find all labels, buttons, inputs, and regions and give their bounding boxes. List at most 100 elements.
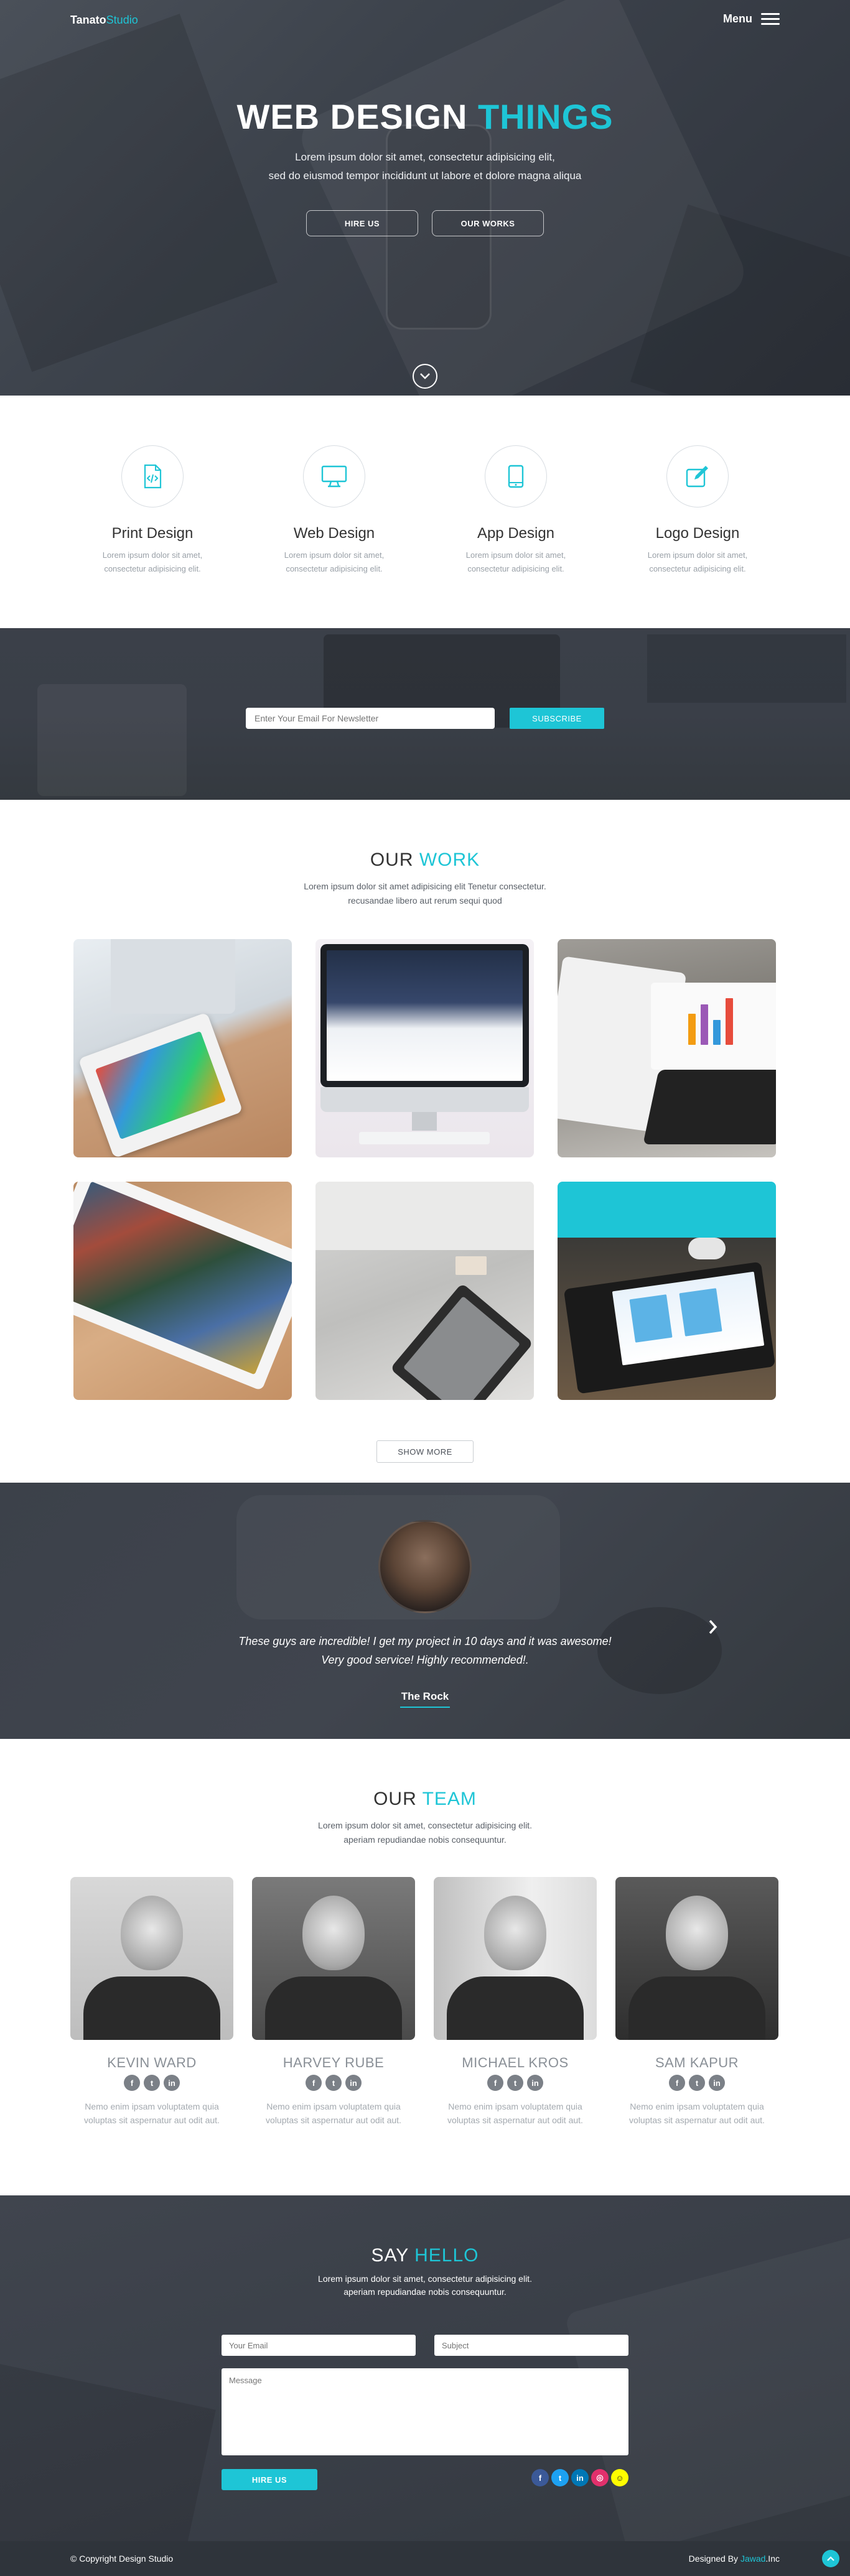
facebook-icon[interactable]: f bbox=[124, 2075, 140, 2091]
designer-credit: Designed By Jawad.Inc bbox=[689, 2554, 780, 2564]
testimonial-quote: These guys are incredible! I get my proj… bbox=[0, 1632, 850, 1669]
linkedin-icon[interactable]: in bbox=[709, 2075, 725, 2091]
twitter-icon[interactable]: t bbox=[551, 2469, 569, 2486]
subscribe-button[interactable]: SUBSCRIBE bbox=[510, 708, 604, 729]
team-grid: KEVIN WARD f t in Nemo enim ipsam volupt… bbox=[70, 1877, 780, 2127]
team-member-card: HARVEY RUBE f t in Nemo enim ipsam volup… bbox=[252, 1877, 415, 2127]
linkedin-icon[interactable]: in bbox=[345, 2075, 362, 2091]
top-navbar: TanatoStudio Menu bbox=[0, 0, 850, 40]
instagram-icon[interactable]: ◎ bbox=[591, 2469, 609, 2486]
section-subtitle-line: Lorem ipsum dolor sit amet, consectetur … bbox=[318, 1820, 532, 1830]
section-title-primary: OUR bbox=[373, 1789, 417, 1809]
subject-field[interactable] bbox=[434, 2335, 628, 2356]
work-section: OUR WORK Lorem ipsum dolor sit amet adip… bbox=[0, 800, 850, 1483]
newsletter-background-keyboard bbox=[647, 634, 846, 703]
service-desc-line: Lorem ipsum dolor sit amet, bbox=[102, 550, 203, 560]
designed-by-label: Designed By bbox=[688, 2554, 739, 2564]
service-description: Lorem ipsum dolor sit amet, consectetur a… bbox=[454, 549, 578, 576]
team-member-socials: f t in bbox=[615, 2075, 778, 2091]
author-underline bbox=[400, 1707, 450, 1708]
team-member-description: Nemo enim ipsam voluptatem quia voluptas … bbox=[70, 2100, 233, 2127]
service-icon-circle bbox=[485, 445, 547, 507]
service-web-design: Web Design Lorem ipsum dolor sit amet, co… bbox=[272, 445, 396, 628]
section-title: SAY HELLO bbox=[0, 2195, 850, 2266]
linkedin-icon[interactable]: in bbox=[571, 2469, 589, 2486]
service-description: Lorem ipsum dolor sit amet, consectetur a… bbox=[90, 549, 215, 576]
scroll-down-button[interactable] bbox=[413, 364, 437, 389]
team-member-name: KEVIN WARD bbox=[107, 2055, 197, 2070]
service-title: Web Design bbox=[293, 525, 375, 542]
hero-subtitle: Lorem ipsum dolor sit amet, consectetur … bbox=[0, 148, 850, 185]
service-desc-line: consectetur adipisicing elit. bbox=[286, 564, 383, 573]
designer-link[interactable]: Jawad bbox=[740, 2554, 765, 2564]
hero-subtitle-line: Lorem ipsum dolor sit amet, consectetur … bbox=[295, 151, 555, 163]
facebook-icon[interactable]: f bbox=[531, 2469, 549, 2486]
section-subtitle-line: recusandae libero aut rerum sequi quod bbox=[348, 896, 502, 906]
team-member-photo bbox=[615, 1877, 778, 2040]
team-member-photo bbox=[70, 1877, 233, 2040]
hire-us-button[interactable]: HIRE US bbox=[306, 210, 418, 236]
team-member-name: SAM KAPUR bbox=[655, 2055, 739, 2070]
twitter-icon[interactable]: t bbox=[144, 2075, 160, 2091]
portfolio-item-imac-ipad[interactable] bbox=[73, 939, 292, 1157]
back-to-top-button[interactable] bbox=[822, 2550, 839, 2567]
twitter-icon[interactable]: t bbox=[325, 2075, 342, 2091]
service-description: Lorem ipsum dolor sit amet, consectetur a… bbox=[635, 549, 760, 576]
team-member-desc-line: voluptas sit aspernatur aut odit aut. bbox=[447, 2115, 583, 2125]
message-field[interactable] bbox=[222, 2368, 628, 2455]
team-member-name: MICHAEL KROS bbox=[462, 2055, 569, 2070]
snapchat-icon[interactable]: ☺ bbox=[611, 2469, 628, 2486]
service-logo-design: Logo Design Lorem ipsum dolor sit amet, c… bbox=[635, 445, 760, 628]
footer: © Copyright Design Studio Designed By Ja… bbox=[0, 2541, 850, 2576]
next-testimonial-button[interactable] bbox=[708, 1618, 718, 1639]
hamburger-icon bbox=[761, 12, 780, 25]
portfolio-item-ipad-movies[interactable] bbox=[73, 1182, 292, 1400]
linkedin-icon[interactable]: in bbox=[164, 2075, 180, 2091]
pencil-square-icon bbox=[686, 466, 708, 488]
testimonial-quote-line: Very good service! Highly recommended!. bbox=[321, 1654, 529, 1666]
facebook-icon[interactable]: f bbox=[487, 2075, 503, 2091]
service-desc-line: Lorem ipsum dolor sit amet, bbox=[647, 550, 748, 560]
facebook-icon[interactable]: f bbox=[669, 2075, 685, 2091]
logo-text-accent: Studio bbox=[106, 14, 138, 26]
team-member-socials: f t in bbox=[434, 2075, 597, 2091]
portfolio-item-laptop-tablet-charts[interactable] bbox=[558, 939, 776, 1157]
our-works-button[interactable]: OUR WORKS bbox=[432, 210, 544, 236]
service-desc-line: consectetur adipisicing elit. bbox=[104, 564, 201, 573]
section-title-accent: WORK bbox=[419, 850, 480, 870]
service-icon-circle bbox=[303, 445, 365, 507]
twitter-icon[interactable]: t bbox=[507, 2075, 523, 2091]
service-icon-circle bbox=[121, 445, 184, 507]
site-logo[interactable]: TanatoStudio bbox=[70, 14, 138, 27]
show-more-button[interactable]: SHOW MORE bbox=[376, 1440, 474, 1463]
hero-background-laptop bbox=[0, 14, 278, 372]
linkedin-icon[interactable]: in bbox=[527, 2075, 543, 2091]
team-member-description: Nemo enim ipsam voluptatem quia voluptas … bbox=[434, 2100, 597, 2127]
portfolio-grid bbox=[73, 939, 777, 1400]
monitor-icon bbox=[321, 465, 347, 488]
testimonial-section: These guys are incredible! I get my proj… bbox=[0, 1483, 850, 1739]
team-member-desc-line: Nemo enim ipsam voluptatem quia bbox=[448, 2101, 582, 2111]
section-subtitle: Lorem ipsum dolor sit amet, consectetur … bbox=[0, 1818, 850, 1847]
section-subtitle-line: Lorem ipsum dolor sit amet adipisicing e… bbox=[304, 881, 546, 891]
portfolio-item-desk-tablet[interactable] bbox=[315, 1182, 534, 1400]
portfolio-item-imac-website[interactable] bbox=[315, 939, 534, 1157]
testimonial-quote-line: These guys are incredible! I get my proj… bbox=[238, 1635, 612, 1647]
newsletter-form: SUBSCRIBE bbox=[246, 708, 604, 729]
chevron-right-icon bbox=[709, 1619, 717, 1634]
service-icon-circle bbox=[666, 445, 729, 507]
team-member-description: Nemo enim ipsam voluptatem quia voluptas … bbox=[615, 2100, 778, 2127]
hero-section: TanatoStudio Menu WEB DESIGN THINGS Lore… bbox=[0, 0, 850, 396]
facebook-icon[interactable]: f bbox=[306, 2075, 322, 2091]
hire-us-submit-button[interactable]: HIRE US bbox=[222, 2469, 317, 2490]
menu-button[interactable]: Menu bbox=[723, 12, 780, 25]
newsletter-email-input[interactable] bbox=[246, 708, 495, 729]
email-field[interactable] bbox=[222, 2335, 416, 2356]
portfolio-item-laptop-pricing[interactable] bbox=[558, 1182, 776, 1400]
section-title: OUR TEAM bbox=[0, 1789, 850, 1810]
testimonial-author: The Rock bbox=[401, 1690, 449, 1702]
hero-title: WEB DESIGN THINGS bbox=[0, 96, 850, 137]
twitter-icon[interactable]: t bbox=[689, 2075, 705, 2091]
service-title: Logo Design bbox=[655, 525, 740, 542]
code-file-icon bbox=[144, 464, 162, 489]
